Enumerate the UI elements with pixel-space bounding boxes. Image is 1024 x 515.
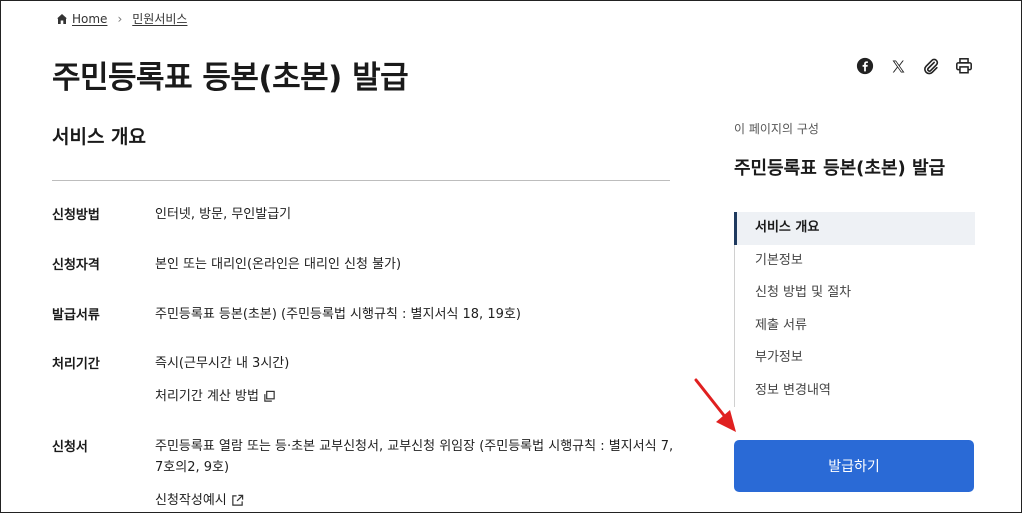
red-arrow — [694, 378, 736, 432]
info-value: 즉시(근무시간 내 3시간) 처리기간 계산 방법 — [155, 353, 675, 407]
info-value-text: 인터넷, 방문, 무인발급기 — [155, 207, 292, 222]
info-value: 주민등록표 등본(초본) (주민등록법 시행규칙 : 별지서식 18, 19호) — [155, 304, 675, 325]
info-value-text: 주민등록표 열람 또는 등·초본 교부신청서, 교부신청 위임장 (주민등록법 … — [155, 439, 674, 454]
x-share-button[interactable] — [888, 56, 908, 76]
toc-list: 서비스 개요 기본정보 신청 방법 및 절차 제출 서류 부가정보 정보 변경내… — [734, 212, 975, 407]
share-toolbar — [855, 56, 974, 76]
external-link-icon — [232, 494, 243, 506]
page-title: 주민등록표 등본(초본) 발급 — [52, 60, 409, 96]
paperclip-icon — [924, 58, 939, 75]
toc-item-overview[interactable]: 서비스 개요 — [734, 212, 975, 245]
x-icon — [892, 60, 904, 72]
processing-time-calc-link[interactable]: 처리기간 계산 방법 — [155, 386, 276, 407]
link-label: 신청작성예시 — [155, 493, 227, 508]
chevron-right-icon: › — [117, 11, 123, 26]
section-title: 서비스 개요 — [52, 126, 147, 148]
breadcrumb-home-link[interactable]: Home — [72, 12, 107, 26]
toc-item-additional-info[interactable]: 부가정보 — [735, 342, 975, 375]
toc-item-procedure[interactable]: 신청 방법 및 절차 — [735, 277, 975, 310]
facebook-icon — [856, 57, 874, 75]
breadcrumb-current-link[interactable]: 민원서비스 — [132, 10, 187, 27]
info-label: 신청서 — [52, 440, 88, 455]
toc-item-documents[interactable]: 제출 서류 — [735, 310, 975, 343]
copy-icon — [264, 390, 275, 402]
link-label: 처리기간 계산 방법 — [155, 389, 259, 404]
toc-caption: 이 페이지의 구성 — [734, 122, 819, 136]
info-value: 본인 또는 대리인(온라인은 대리인 신청 불가) — [155, 254, 675, 275]
info-label: 발급서류 — [52, 308, 100, 323]
toc-item-change-history[interactable]: 정보 변경내역 — [735, 375, 975, 408]
home-icon — [57, 13, 67, 24]
info-value-text: 7호의2, 9호) — [155, 460, 230, 475]
toc-item-basic-info[interactable]: 기본정보 — [735, 245, 975, 278]
info-value-text: 즉시(근무시간 내 3시간) — [155, 356, 290, 371]
info-value-text: 주민등록표 등본(초본) (주민등록법 시행규칙 : 별지서식 18, 19호) — [155, 307, 521, 322]
info-value: 주민등록표 열람 또는 등·초본 교부신청서, 교부신청 위임장 (주민등록법 … — [155, 436, 675, 511]
info-label: 신청방법 — [52, 208, 100, 223]
print-button[interactable] — [954, 56, 974, 76]
form-example-link[interactable]: 신청작성예시 — [155, 490, 244, 511]
copy-link-button[interactable] — [921, 56, 941, 76]
issue-button[interactable]: 발급하기 — [734, 440, 974, 492]
print-icon — [956, 58, 972, 74]
info-label: 신청자격 — [52, 258, 100, 273]
info-value-text: 본인 또는 대리인(온라인은 대리인 신청 불가) — [155, 257, 402, 272]
breadcrumb: Home › 민원서비스 — [56, 10, 187, 27]
info-value: 인터넷, 방문, 무인발급기 — [155, 204, 675, 225]
facebook-share-button[interactable] — [855, 56, 875, 76]
toc-title: 주민등록표 등본(초본) 발급 — [734, 158, 946, 179]
info-label: 처리기간 — [52, 357, 100, 372]
section-divider — [52, 180, 670, 181]
